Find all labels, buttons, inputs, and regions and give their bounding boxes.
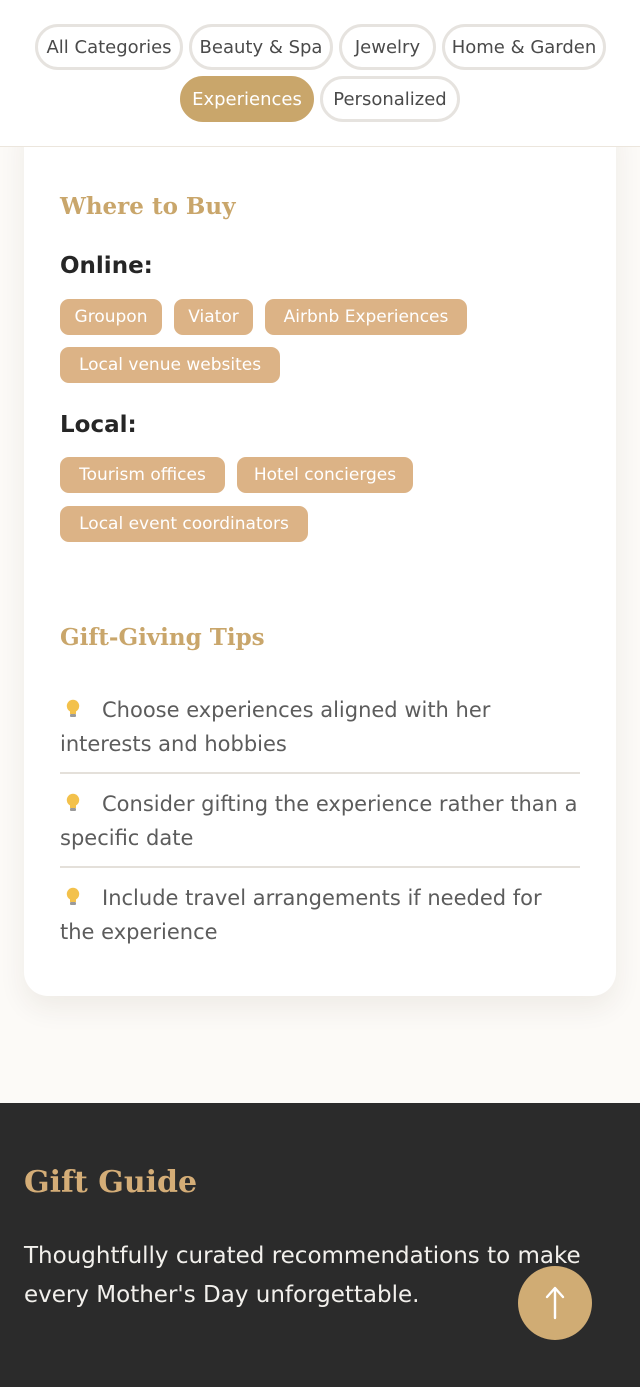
- online-tag-viator[interactable]: Viator: [174, 299, 253, 335]
- lightbulb-icon: [66, 887, 80, 907]
- site-footer: Gift Guide Thoughtfully curated recommen…: [0, 1103, 640, 1387]
- lightbulb-icon: [66, 699, 80, 719]
- online-tag-local-venue-websites[interactable]: Local venue websites: [60, 347, 280, 383]
- tip-divider: [60, 866, 580, 868]
- local-label: Local:: [60, 412, 137, 438]
- tip-text: Choose experiences aligned with her inte…: [60, 698, 491, 756]
- tip-text: Consider gifting the experience rather t…: [60, 792, 578, 850]
- back-to-top-button[interactable]: [518, 1266, 592, 1340]
- online-tag-airbnb-experiences[interactable]: Airbnb Experiences: [265, 299, 467, 335]
- where-to-buy-title: Where to Buy: [60, 193, 236, 220]
- footer-tagline: Thoughtfully curated recommendations to …: [24, 1243, 581, 1308]
- experience-detail-card: [24, 110, 616, 996]
- tip-divider: [60, 772, 580, 774]
- category-pill-personalized[interactable]: Personalized: [320, 76, 460, 122]
- local-tag-hotel-concierges[interactable]: Hotel concierges: [237, 457, 413, 493]
- online-label: Online:: [60, 253, 153, 279]
- tip-item: Consider gifting the experience rather t…: [60, 787, 580, 855]
- tip-item: Include travel arrangements if needed fo…: [60, 881, 580, 949]
- tip-item: Choose experiences aligned with her inte…: [60, 693, 580, 761]
- gift-tips-title: Gift-Giving Tips: [60, 624, 265, 651]
- category-pill-all[interactable]: All Categories: [35, 24, 183, 70]
- local-tag-local-event-coordinators[interactable]: Local event coordinators: [60, 506, 308, 542]
- category-pill-beauty-spa[interactable]: Beauty & Spa: [189, 24, 333, 70]
- category-filter-bar: All Categories Beauty & Spa Jewelry Home…: [0, 0, 640, 147]
- category-pill-home-garden[interactable]: Home & Garden: [442, 24, 606, 70]
- tip-text: Include travel arrangements if needed fo…: [60, 886, 542, 944]
- online-tag-groupon[interactable]: Groupon: [60, 299, 162, 335]
- lightbulb-icon: [66, 793, 80, 813]
- category-pill-experiences[interactable]: Experiences: [180, 76, 314, 122]
- footer-title: Gift Guide: [24, 1165, 198, 1200]
- category-pill-jewelry[interactable]: Jewelry: [339, 24, 436, 70]
- arrow-up-icon: [545, 1286, 565, 1320]
- local-tag-tourism-offices[interactable]: Tourism offices: [60, 457, 225, 493]
